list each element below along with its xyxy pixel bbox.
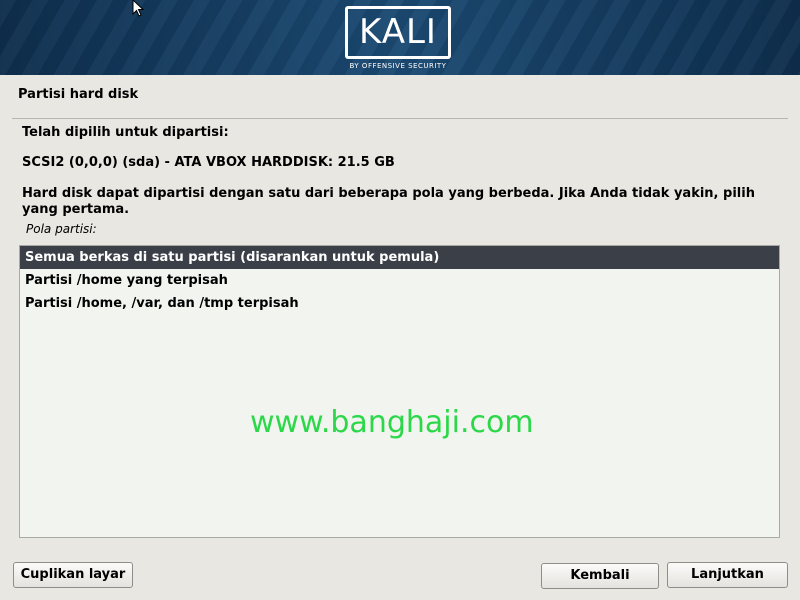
list-item-all-in-one[interactable]: Semua berkas di satu partisi (disarankan… bbox=[20, 246, 779, 269]
partition-scheme-list[interactable]: Semua berkas di satu partisi (disarankan… bbox=[19, 245, 780, 538]
disk-info: SCSI2 (0,0,0) (sda) - ATA VBOX HARDDISK:… bbox=[22, 155, 395, 170]
mouse-cursor-icon bbox=[132, 0, 144, 17]
partition-description: Hard disk dapat dipartisi dengan satu da… bbox=[22, 186, 755, 217]
list-item-separate-home[interactable]: Partisi /home yang terpisah bbox=[20, 269, 779, 292]
kali-banner: KALI BY OFFENSIVE SECURITY bbox=[0, 0, 800, 75]
list-item-separate-home-var-tmp[interactable]: Partisi /home, /var, dan /tmp terpisah bbox=[20, 292, 779, 315]
page-title: Partisi hard disk bbox=[18, 87, 139, 102]
kali-logo: KALI bbox=[345, 6, 451, 59]
screenshot-button[interactable]: Cuplikan layar bbox=[13, 562, 133, 588]
continue-button[interactable]: Lanjutkan bbox=[667, 562, 788, 588]
kali-logo-subtitle: BY OFFENSIVE SECURITY bbox=[349, 62, 447, 70]
list-label: Pola partisi: bbox=[26, 222, 97, 236]
back-button[interactable]: Kembali bbox=[541, 563, 659, 589]
selected-disk-heading: Telah dipilih untuk dipartisi: bbox=[22, 125, 229, 140]
watermark-text: www.banghaji.com bbox=[250, 405, 534, 440]
